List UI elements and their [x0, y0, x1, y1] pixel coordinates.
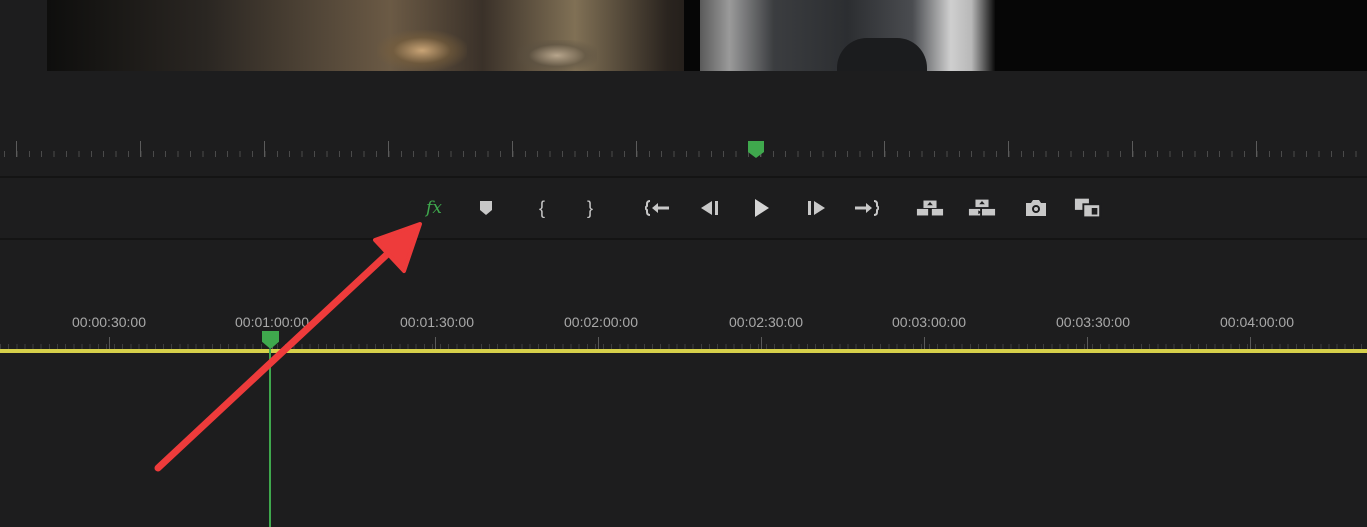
lift-icon [916, 200, 944, 216]
go-to-in-button[interactable] [644, 194, 672, 222]
timeline-ticks [0, 337, 1367, 349]
monitor-time-ruler[interactable] [0, 141, 1367, 163]
step-forward-icon [808, 201, 825, 215]
transport-controls: fx { } [0, 180, 1367, 238]
timecode-label: 00:02:00:00 [564, 314, 638, 330]
timecode-label: 00:01:30:00 [400, 314, 474, 330]
playhead-line [269, 349, 271, 527]
timecode-label: 00:04:00:00 [1220, 314, 1294, 330]
comparison-view-button[interactable] [1074, 194, 1102, 222]
mark-in-icon: { [538, 198, 545, 218]
camera-icon [1026, 200, 1046, 216]
timecode-label: 00:02:30:00 [729, 314, 803, 330]
work-area-bar[interactable] [0, 349, 1367, 353]
annotation-arrow [154, 222, 422, 472]
video-light-blur [377, 30, 467, 71]
divider [0, 238, 1367, 240]
extract-button[interactable] [968, 194, 996, 222]
timecode-label: 00:03:00:00 [892, 314, 966, 330]
export-frame-button[interactable] [1022, 194, 1050, 222]
go-to-out-button[interactable] [852, 194, 880, 222]
divider [0, 176, 1367, 178]
lift-button[interactable] [916, 194, 944, 222]
mark-out-button[interactable]: } [576, 194, 604, 222]
step-back-button[interactable] [696, 194, 724, 222]
comparison-view-icon [1074, 198, 1102, 219]
go-to-out-icon [855, 200, 879, 216]
step-forward-button[interactable] [802, 194, 830, 222]
video-light-blur [517, 40, 597, 71]
step-back-icon [701, 201, 718, 215]
video-shadow [837, 38, 927, 71]
play-button[interactable] [747, 194, 775, 222]
play-icon [755, 199, 769, 217]
add-marker-button[interactable] [472, 194, 500, 222]
fx-button[interactable]: fx [420, 194, 448, 222]
timecode-label: 00:03:30:00 [1056, 314, 1130, 330]
marker-icon [480, 201, 492, 215]
timecode-label: 00:01:00:00 [235, 314, 309, 330]
timecode-label: 00:00:30:00 [72, 314, 146, 330]
mark-out-icon: } [586, 198, 593, 218]
program-monitor-video [47, 0, 1367, 71]
fx-icon: fx [426, 197, 442, 218]
go-to-in-icon [645, 200, 669, 216]
mark-in-button[interactable]: { [528, 194, 556, 222]
extract-icon [968, 199, 996, 216]
